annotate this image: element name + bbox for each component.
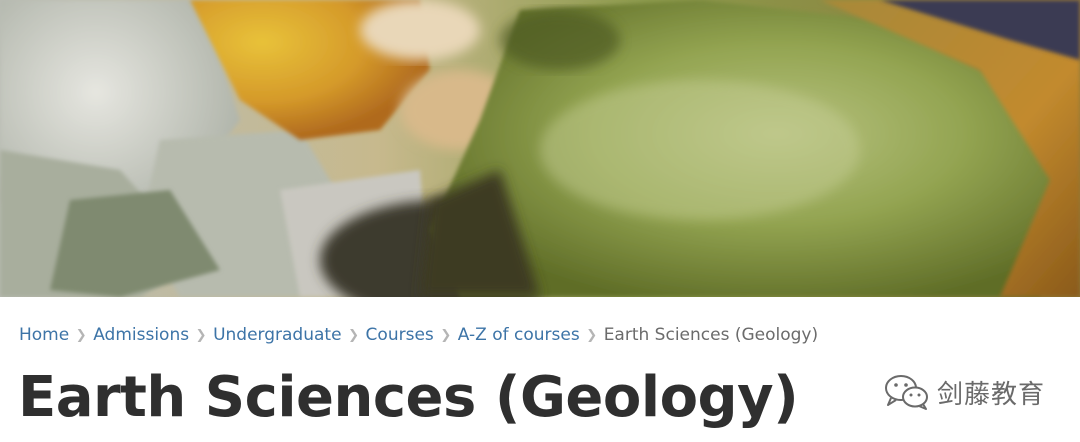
breadcrumb-separator: ❯: [348, 327, 359, 343]
wechat-icon: [885, 375, 928, 410]
breadcrumb-separator: ❯: [75, 327, 87, 343]
wechat-watermark: 剑藤教育: [883, 372, 1045, 412]
page: Home ❯ Admissions ❯ Undergraduate ❯ Cour…: [0, 0, 1080, 442]
breadcrumb-a-z-courses-link[interactable]: A-Z of courses: [458, 325, 580, 345]
breadcrumb-admissions-link[interactable]: Admissions: [93, 325, 189, 345]
page-title: Earth Sciences (Geology): [18, 365, 799, 430]
breadcrumb-separator: ❯: [195, 327, 207, 343]
breadcrumb-undergraduate-link[interactable]: Undergraduate: [213, 325, 341, 345]
breadcrumb-separator: ❯: [586, 327, 598, 343]
breadcrumb-home-link[interactable]: Home: [19, 325, 69, 345]
breadcrumb-courses-link[interactable]: Courses: [366, 325, 434, 345]
hero-image: [0, 0, 1080, 297]
breadcrumb-current-page: Earth Sciences (Geology): [603, 325, 819, 345]
breadcrumb-separator: ❯: [440, 327, 452, 343]
watermark-text: 剑藤教育: [937, 379, 1046, 410]
breadcrumb: Home ❯ Admissions ❯ Undergraduate ❯ Cour…: [19, 323, 818, 347]
